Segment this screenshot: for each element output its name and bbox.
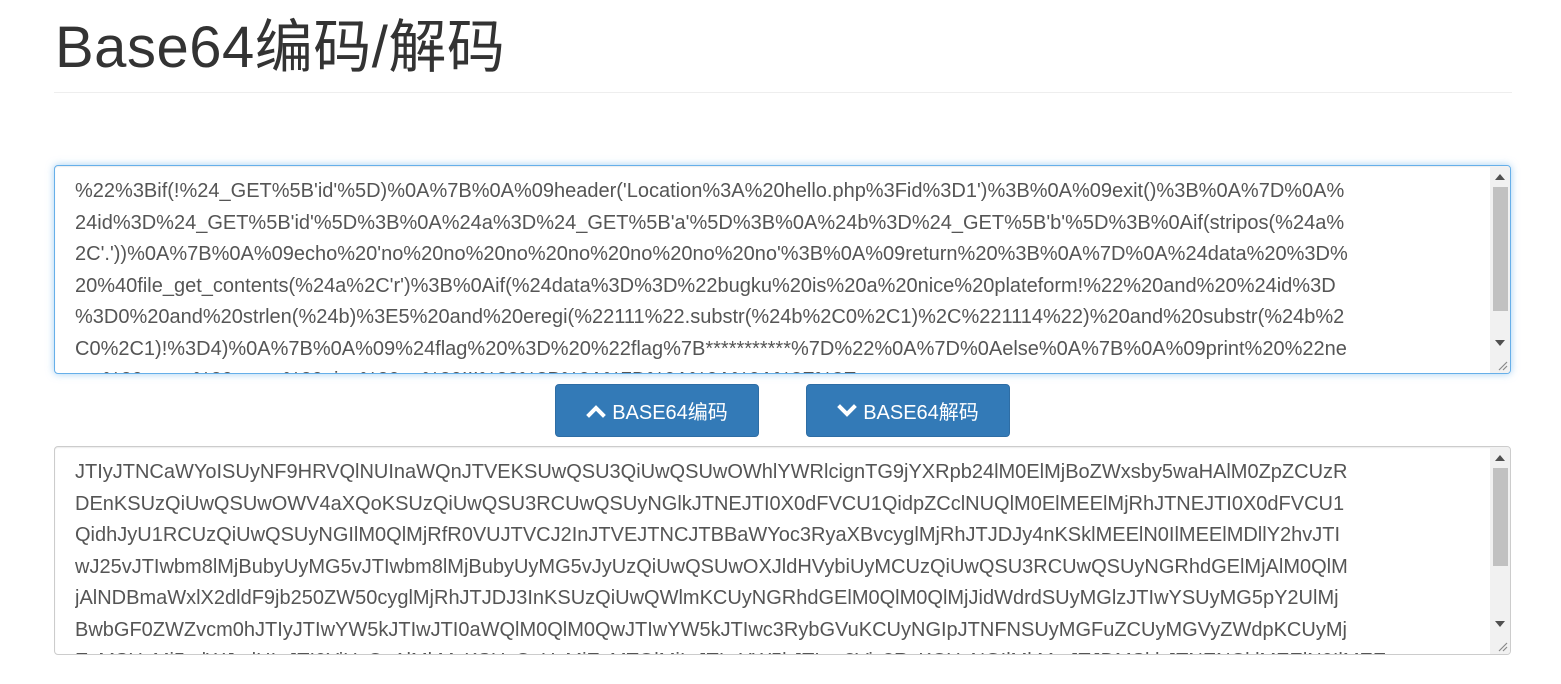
input-line: 24id%3D%24_GET%5B'id'%5D%3B%0A%24a%3D%24… — [75, 211, 1345, 234]
scroll-up-icon[interactable] — [1490, 449, 1510, 466]
output-scrollbar[interactable] — [1490, 447, 1510, 654]
input-text[interactable]: %22%3Bif(!%24_GET%5B'id'%5D)%0A%7B%0A%09… — [75, 176, 1486, 373]
page-title: Base64编码/解码 — [55, 15, 506, 80]
chevron-up-icon — [586, 404, 607, 418]
input-line: %3D0%20and%20strlen(%24b)%3E5%20and%20er… — [75, 306, 1345, 328]
input-line: %22%3Bif(!%24_GET%5B'id'%5D)%0A%7B%0A%09… — [75, 180, 1345, 202]
scroll-down-icon[interactable] — [1490, 334, 1510, 351]
scroll-thumb[interactable] — [1493, 187, 1508, 311]
resize-grip-icon[interactable] — [1494, 357, 1508, 371]
output-line: ExMSUyMi5zdWJzdHIoJTI0YiUyQzAlMkMxKSUyQy… — [75, 646, 1486, 654]
input-line: C0%2C1)!%3D4)%0A%7B%0A%09%24flag%20%3D%2… — [75, 337, 1347, 360]
decode-button[interactable]: BASE64解码 — [806, 384, 1010, 437]
input-line: ver%20never%20never%20give%20up%20!!!%22… — [75, 365, 1486, 373]
output-textarea[interactable]: JTIyJTNCaWYoISUyNF9HRVQlNUInaWQnJTVEKSUw… — [54, 446, 1511, 655]
input-scrollbar[interactable] — [1490, 166, 1510, 373]
title-divider — [54, 92, 1512, 93]
output-line: DEnKSUzQiUwQSUwOWV4aXQoKSUzQiUwQSU3RCUwQ… — [75, 492, 1345, 515]
encode-button-label: BASE64编码 — [612, 402, 728, 424]
input-line: 2C'.'))%0A%7B%0A%09echo%20'no%20no%20no%… — [75, 243, 1348, 265]
input-line: 20%40file_get_contents(%24a%2C'r')%3B%0A… — [75, 274, 1336, 297]
scroll-down-icon[interactable] — [1490, 615, 1510, 632]
input-textarea[interactable]: %22%3Bif(!%24_GET%5B'id'%5D)%0A%7B%0A%09… — [54, 165, 1511, 374]
output-line: wJ25vJTIwbm8lMjBubyUyMG5vJTIwbm8lMjBubyU… — [75, 555, 1348, 578]
encode-button[interactable]: BASE64编码 — [555, 384, 759, 437]
scroll-up-icon[interactable] — [1490, 168, 1510, 185]
output-line: jAlNDBmaWxlX2dldF9jb250ZW50cyglMjRhJTJDJ… — [75, 587, 1339, 609]
resize-grip-icon[interactable] — [1494, 638, 1508, 652]
output-line: BwbGF0ZWZvcm0hJTIyJTIwYW5kJTIwJTI0aWQlM0… — [75, 618, 1347, 641]
chevron-down-icon — [837, 403, 858, 417]
decode-button-label: BASE64解码 — [863, 402, 979, 424]
scroll-thumb[interactable] — [1493, 468, 1508, 566]
output-line: QidhJyU1RCUzQiUwQSUyNGIlM0QlMjRfR0VUJTVC… — [75, 524, 1341, 546]
output-text[interactable]: JTIyJTNCaWYoISUyNF9HRVQlNUInaWQnJTVEKSUw… — [75, 457, 1486, 654]
output-line: JTIyJTNCaWYoISUyNF9HRVQlNUInaWQnJTVEKSUw… — [75, 461, 1348, 483]
